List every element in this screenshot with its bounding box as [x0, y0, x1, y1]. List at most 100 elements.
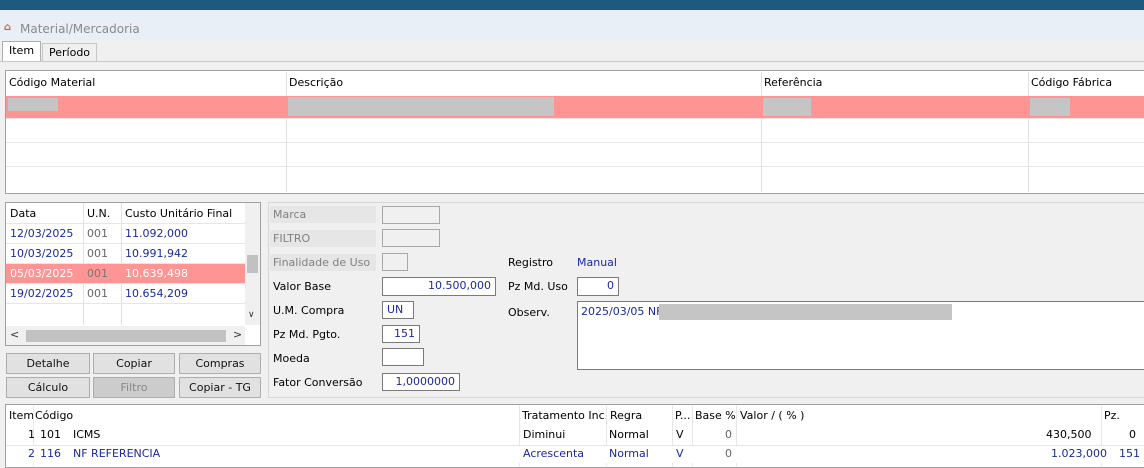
valor-base-field[interactable]: 10.500,000	[382, 277, 496, 296]
redacted-value	[1030, 98, 1070, 116]
cell-un: 001	[87, 227, 108, 240]
table-row[interactable]	[6, 303, 245, 323]
column-header-referencia[interactable]: Referência	[764, 76, 822, 90]
chevron-right-icon[interactable]: >	[233, 328, 242, 341]
cell-data: 05/03/2025	[10, 267, 74, 280]
marca-field[interactable]	[382, 206, 440, 224]
moeda-label: Moeda	[273, 352, 310, 365]
cell-p: V	[676, 428, 684, 441]
column-divider	[1028, 72, 1029, 192]
cell-nome: NF REFERENCIA	[73, 447, 161, 460]
cell-un: 001	[87, 267, 108, 280]
cell-item: 2	[28, 447, 35, 460]
window-title: Material/Mercadoria	[20, 22, 140, 36]
observ-text: 2025/03/05 NF:	[581, 305, 666, 318]
marca-label: Marca	[273, 208, 307, 221]
observ-label: Observ.	[508, 306, 550, 319]
registro-label: Registro	[508, 256, 554, 269]
column-header-codigo-material[interactable]: Código Material	[9, 76, 95, 90]
cell-regra: Normal	[609, 447, 649, 460]
scroll-thumb[interactable]	[26, 330, 226, 342]
filtro-field[interactable]	[382, 229, 440, 247]
cell-custo: 11.092,000	[125, 227, 188, 240]
cell-pz: 0	[1129, 428, 1136, 441]
column-header-custo[interactable]: Custo Unitário Final	[125, 207, 232, 220]
column-header-data[interactable]: Data	[10, 207, 36, 220]
compras-button[interactable]: Compras	[179, 353, 261, 374]
cell-pz: 151	[1119, 447, 1140, 460]
column-header-un[interactable]: U.N.	[87, 207, 110, 220]
column-header-regra[interactable]: Regra	[610, 409, 642, 422]
detalhe-button[interactable]: Detalhe	[6, 353, 90, 374]
cell-item: 1	[28, 428, 35, 441]
cell-custo: 10.654,209	[125, 287, 188, 300]
scroll-thumb[interactable]	[247, 255, 258, 273]
table-row-selected[interactable]	[6, 96, 1144, 118]
filtro-button[interactable]: Filtro	[93, 377, 175, 398]
table-row[interactable]: 2 116 NF REFERENCIA Acrescenta Normal V …	[6, 445, 1144, 463]
app-icon: ⌂	[4, 22, 12, 33]
table-row[interactable]: 19/02/2025 001 10.654,209	[6, 283, 245, 303]
pz-md-uso-field[interactable]: 0	[577, 277, 619, 296]
cell-codigo: 116	[40, 447, 61, 460]
cell-custo: 10.639,498	[125, 267, 188, 280]
observ-textarea[interactable]: 2025/03/05 NF:	[577, 301, 1144, 370]
table-row[interactable]: 1 101 ICMS Diminui Normal V 0 430,500 0	[6, 426, 1144, 444]
chevron-left-icon[interactable]: <	[10, 328, 19, 341]
cell-data: 10/03/2025	[10, 247, 74, 260]
redacted-value	[659, 304, 952, 320]
filtro-label: FILTRO	[273, 232, 311, 245]
chevron-down-icon[interactable]: ∨	[248, 310, 255, 320]
column-header-base[interactable]: Base %	[695, 409, 736, 422]
registro-value: Manual	[577, 256, 617, 269]
pz-md-pgto-field[interactable]: 151	[382, 325, 420, 343]
column-header-tratamento[interactable]: Tratamento Inc.	[522, 409, 608, 422]
tab-periodo[interactable]: Período	[42, 43, 98, 61]
copiar-tg-button[interactable]: Copiar - TG	[179, 377, 261, 398]
table-row-selected[interactable]: 05/03/2025 001 10.639,498	[6, 263, 245, 283]
cell-data: 12/03/2025	[10, 227, 74, 240]
cell-un: 001	[87, 287, 108, 300]
cell-data: 19/02/2025	[10, 287, 74, 300]
cell-valor: 1.023,000	[1051, 447, 1107, 460]
material-grid[interactable]	[5, 70, 1144, 194]
tab-divider	[0, 61, 1144, 62]
fator-label: Fator Conversão	[273, 376, 363, 389]
moeda-field[interactable]	[382, 348, 424, 366]
finalidade-label: Finalidade de Uso	[273, 256, 371, 269]
cell-custo: 10.991,942	[125, 247, 188, 260]
cell-codigo: 101	[40, 428, 61, 441]
cell-base: 0	[725, 447, 732, 460]
cell-base: 0	[725, 428, 732, 441]
finalidade-field[interactable]	[382, 253, 408, 271]
um-compra-label: U.M. Compra	[273, 304, 345, 317]
valor-base-label: Valor Base	[273, 280, 332, 293]
vertical-scrollbar[interactable]: ∨	[245, 203, 260, 325]
cell-p: V	[676, 447, 684, 460]
row-line	[6, 118, 1144, 119]
table-row[interactable]: 10/03/2025 001 10.991,942	[6, 243, 245, 263]
column-header-valor[interactable]: Valor / ( % )	[740, 409, 804, 422]
table-row[interactable]: 12/03/2025 001 11.092,000	[6, 223, 245, 243]
column-header-p[interactable]: P...	[675, 409, 690, 422]
horizontal-scrollbar[interactable]: < >	[6, 326, 245, 345]
redacted-value	[8, 98, 58, 111]
column-header-codigo[interactable]: Código	[35, 409, 73, 422]
tab-item[interactable]: Item	[2, 41, 42, 62]
column-header-descricao[interactable]: Descrição	[289, 76, 343, 90]
window-top-bar	[0, 0, 1144, 10]
cell-un: 001	[87, 247, 108, 260]
copiar-button[interactable]: Copiar	[93, 353, 175, 374]
fator-field[interactable]: 1,0000000	[382, 373, 460, 391]
title-bar	[0, 10, 1144, 40]
pz-md-pgto-label: Pz Md. Pgto.	[273, 328, 341, 341]
calculo-button[interactable]: Cálculo	[6, 377, 90, 398]
column-header-item[interactable]: Item	[9, 409, 34, 422]
cell-nome: ICMS	[73, 428, 101, 441]
um-compra-field[interactable]: UN	[382, 301, 414, 319]
row-line	[6, 166, 1144, 167]
cell-tratamento: Acrescenta	[523, 447, 584, 460]
column-header-pz[interactable]: Pz.	[1104, 409, 1120, 422]
column-header-codigo-fabrica[interactable]: Código Fábrica	[1031, 76, 1112, 90]
pz-md-uso-label: Pz Md. Uso	[508, 280, 568, 293]
